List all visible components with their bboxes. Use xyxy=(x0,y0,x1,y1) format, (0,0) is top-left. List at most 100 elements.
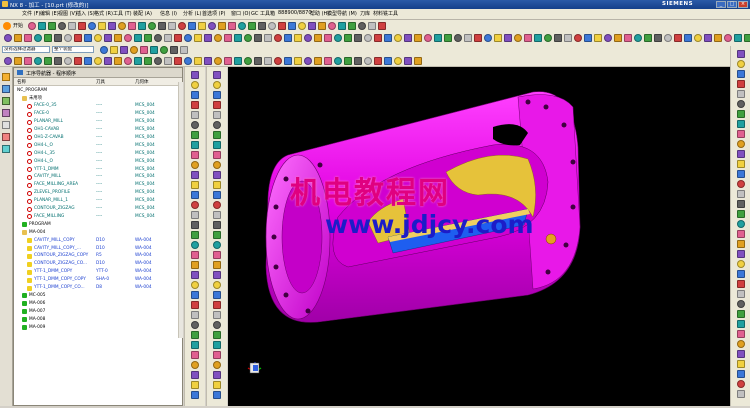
edit-tool-icon[interactable] xyxy=(213,91,221,99)
operation-tool-icon[interactable] xyxy=(194,57,202,65)
view-tool-icon[interactable] xyxy=(524,34,532,42)
create-tool-icon[interactable] xyxy=(191,91,199,99)
display-tool-icon[interactable] xyxy=(737,370,745,378)
reuse-library-tab-icon[interactable] xyxy=(2,109,10,117)
navigator-row[interactable]: MC-005 xyxy=(14,292,182,299)
view-tool-icon[interactable] xyxy=(204,34,212,42)
create-tool-icon[interactable] xyxy=(191,131,199,139)
display-tool-icon[interactable] xyxy=(737,200,745,208)
view-tool-icon[interactable] xyxy=(344,34,352,42)
selection-tool-icon[interactable] xyxy=(150,46,158,54)
display-tool-icon[interactable] xyxy=(737,350,745,358)
view-tool-icon[interactable] xyxy=(484,34,492,42)
operation-tool-icon[interactable] xyxy=(224,57,232,65)
standard-tool-icon[interactable] xyxy=(38,22,46,30)
view-tool-icon[interactable] xyxy=(584,34,592,42)
standard-tool-icon[interactable] xyxy=(368,22,376,30)
standard-tool-icon[interactable] xyxy=(58,22,66,30)
edit-tool-icon[interactable] xyxy=(213,371,221,379)
view-tool-icon[interactable] xyxy=(234,34,242,42)
view-tool-icon[interactable] xyxy=(104,34,112,42)
display-tool-icon[interactable] xyxy=(737,110,745,118)
create-tool-icon[interactable] xyxy=(191,261,199,269)
view-tool-icon[interactable] xyxy=(714,34,722,42)
display-tool-icon[interactable] xyxy=(737,220,745,228)
view-tool-icon[interactable] xyxy=(684,34,692,42)
view-tool-icon[interactable] xyxy=(634,34,642,42)
edit-tool-icon[interactable] xyxy=(213,161,221,169)
menu-item-12[interactable]: 888900/8870 xyxy=(278,10,312,16)
operation-tool-icon[interactable] xyxy=(244,57,252,65)
view-tool-icon[interactable] xyxy=(644,34,652,42)
start-icon[interactable] xyxy=(3,22,11,30)
standard-tool-icon[interactable] xyxy=(148,22,156,30)
edit-tool-icon[interactable] xyxy=(213,211,221,219)
menu-item-10[interactable]: 窗口 (O) xyxy=(231,10,250,17)
display-tool-icon[interactable] xyxy=(737,340,745,348)
menu-item-7[interactable]: 信息 (I) xyxy=(160,10,177,17)
edit-tool-icon[interactable] xyxy=(213,201,221,209)
create-tool-icon[interactable] xyxy=(191,191,199,199)
menu-item-1[interactable]: 编辑 (E) xyxy=(40,10,59,17)
view-tool-icon[interactable] xyxy=(594,34,602,42)
view-tool-icon[interactable] xyxy=(154,34,162,42)
view-tool-icon[interactable] xyxy=(674,34,682,42)
view-tool-icon[interactable] xyxy=(404,34,412,42)
view-tool-icon[interactable] xyxy=(574,34,582,42)
view-tool-icon[interactable] xyxy=(4,34,12,42)
create-tool-icon[interactable] xyxy=(191,381,199,389)
view-tool-icon[interactable] xyxy=(274,34,282,42)
minimize-button[interactable]: _ xyxy=(716,1,726,8)
create-tool-icon[interactable] xyxy=(191,181,199,189)
edit-tool-icon[interactable] xyxy=(213,81,221,89)
view-tool-icon[interactable] xyxy=(444,34,452,42)
standard-tool-icon[interactable] xyxy=(28,22,36,30)
display-tool-icon[interactable] xyxy=(737,300,745,308)
selection-filter-dropdown[interactable]: 没有选择过滤器 xyxy=(2,46,50,53)
create-tool-icon[interactable] xyxy=(191,201,199,209)
view-tool-icon[interactable] xyxy=(244,34,252,42)
view-tool-icon[interactable] xyxy=(654,34,662,42)
operation-tool-icon[interactable] xyxy=(234,57,242,65)
view-tool-icon[interactable] xyxy=(114,34,122,42)
standard-tool-icon[interactable] xyxy=(68,22,76,30)
display-tool-icon[interactable] xyxy=(737,150,745,158)
view-tool-icon[interactable] xyxy=(194,34,202,42)
display-tool-icon[interactable] xyxy=(737,390,745,398)
menu-item-15[interactable]: 刀库 xyxy=(360,10,370,17)
roles-tab-icon[interactable] xyxy=(2,133,10,141)
operation-navigator-tab-icon[interactable] xyxy=(2,73,10,81)
operation-tool-icon[interactable] xyxy=(214,57,222,65)
view-tool-icon[interactable] xyxy=(534,34,542,42)
display-tool-icon[interactable] xyxy=(737,90,745,98)
selection-scope-dropdown[interactable]: 整个装配 xyxy=(52,46,94,53)
edit-tool-icon[interactable] xyxy=(213,171,221,179)
system-materials-tab-icon[interactable] xyxy=(2,145,10,153)
view-tool-icon[interactable] xyxy=(294,34,302,42)
view-tool-icon[interactable] xyxy=(464,34,472,42)
navigator-row[interactable]: CONTOUR_ZIGZAG_CO... D10 WA-004 xyxy=(14,261,182,268)
operation-tool-icon[interactable] xyxy=(284,57,292,65)
create-tool-icon[interactable] xyxy=(191,341,199,349)
standard-tool-icon[interactable] xyxy=(318,22,326,30)
create-tool-icon[interactable] xyxy=(191,331,199,339)
view-tool-icon[interactable] xyxy=(694,34,702,42)
display-tool-icon[interactable] xyxy=(737,130,745,138)
create-tool-icon[interactable] xyxy=(191,171,199,179)
view-tool-icon[interactable] xyxy=(174,34,182,42)
operation-tool-icon[interactable] xyxy=(394,57,402,65)
navigator-row[interactable]: CAVITY_MILL ---- MCS_004 xyxy=(14,174,182,181)
view-tool-icon[interactable] xyxy=(744,34,750,42)
selection-tool-icon[interactable] xyxy=(160,46,168,54)
navigator-row[interactable]: MA-008 xyxy=(14,316,182,323)
navigator-row[interactable]: FACE_MILLING_AREA ---- MCS_004 xyxy=(14,182,182,189)
view-tool-icon[interactable] xyxy=(354,34,362,42)
standard-tool-icon[interactable] xyxy=(128,22,136,30)
edit-tool-icon[interactable] xyxy=(213,101,221,109)
edit-tool-icon[interactable] xyxy=(213,131,221,139)
navigator-row[interactable]: OH1-CAVAB ---- MCS_004 xyxy=(14,127,182,134)
navigator-row[interactable]: NC_PROGRAM xyxy=(14,87,182,94)
navigator-row[interactable]: CONTOUR_ZIGZAG ---- MCS_004 xyxy=(14,206,182,213)
column-tool[interactable]: 刀具 xyxy=(96,79,105,85)
navigator-row[interactable]: YTT-1_DMM ---- MCS_004 xyxy=(14,166,182,173)
